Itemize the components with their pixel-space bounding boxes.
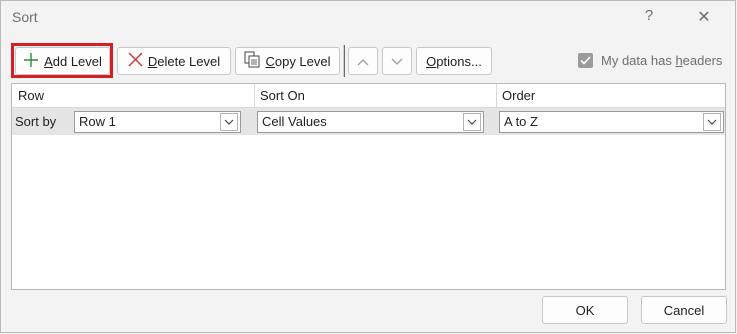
help-button[interactable]: ? (641, 7, 657, 24)
sort-on-select-value: Cell Values (262, 114, 327, 129)
copy-level-label: Copy Level (265, 53, 331, 69)
title-bar: Sort ? ✕ (1, 1, 736, 35)
order-select-value: A to Z (504, 114, 538, 129)
order-select[interactable]: A to Z (499, 111, 724, 133)
delete-level-button[interactable]: Delete Level (117, 47, 231, 75)
copy-icon (244, 51, 260, 71)
toolbar-separator (344, 45, 345, 77)
sort-by-label: Sort by (15, 114, 57, 129)
add-level-label: Add Level (44, 53, 102, 69)
row-select[interactable]: Row 1 (74, 111, 241, 133)
sort-levels-grid: Row Sort On Order Sort by Row 1 Cell Val… (11, 83, 726, 290)
chevron-up-icon (357, 54, 369, 69)
options-button[interactable]: Options... (416, 47, 492, 75)
add-level-button[interactable]: Add Level (15, 47, 110, 75)
checkmark-icon (580, 56, 591, 65)
chevron-down-icon[interactable] (220, 113, 238, 131)
sort-on-select[interactable]: Cell Values (257, 111, 484, 133)
delete-x-icon (128, 52, 143, 70)
copy-level-button[interactable]: Copy Level (235, 47, 340, 75)
headers-checkbox[interactable] (578, 53, 593, 68)
dialog-title: Sort (12, 9, 38, 25)
move-up-button[interactable] (348, 47, 378, 75)
column-header-sort-on: Sort On (255, 84, 497, 108)
column-header-row: Row (12, 84, 255, 108)
row-select-value: Row 1 (79, 114, 116, 129)
plus-icon (23, 52, 39, 71)
move-down-button[interactable] (382, 47, 412, 75)
sort-dialog: Sort ? ✕ Add Level Delete Level Copy Lev… (0, 0, 736, 333)
column-header-order: Order (497, 84, 725, 108)
cancel-button[interactable]: Cancel (641, 296, 727, 324)
ok-button[interactable]: OK (542, 296, 628, 324)
options-label: Options... (426, 53, 482, 69)
delete-level-label: Delete Level (147, 53, 221, 69)
close-button[interactable]: ✕ (695, 7, 713, 27)
chevron-down-icon[interactable] (463, 113, 481, 131)
chevron-down-icon (391, 54, 403, 69)
chevron-down-icon[interactable] (703, 113, 721, 131)
headers-checkbox-label[interactable]: My data has headers (601, 53, 722, 68)
